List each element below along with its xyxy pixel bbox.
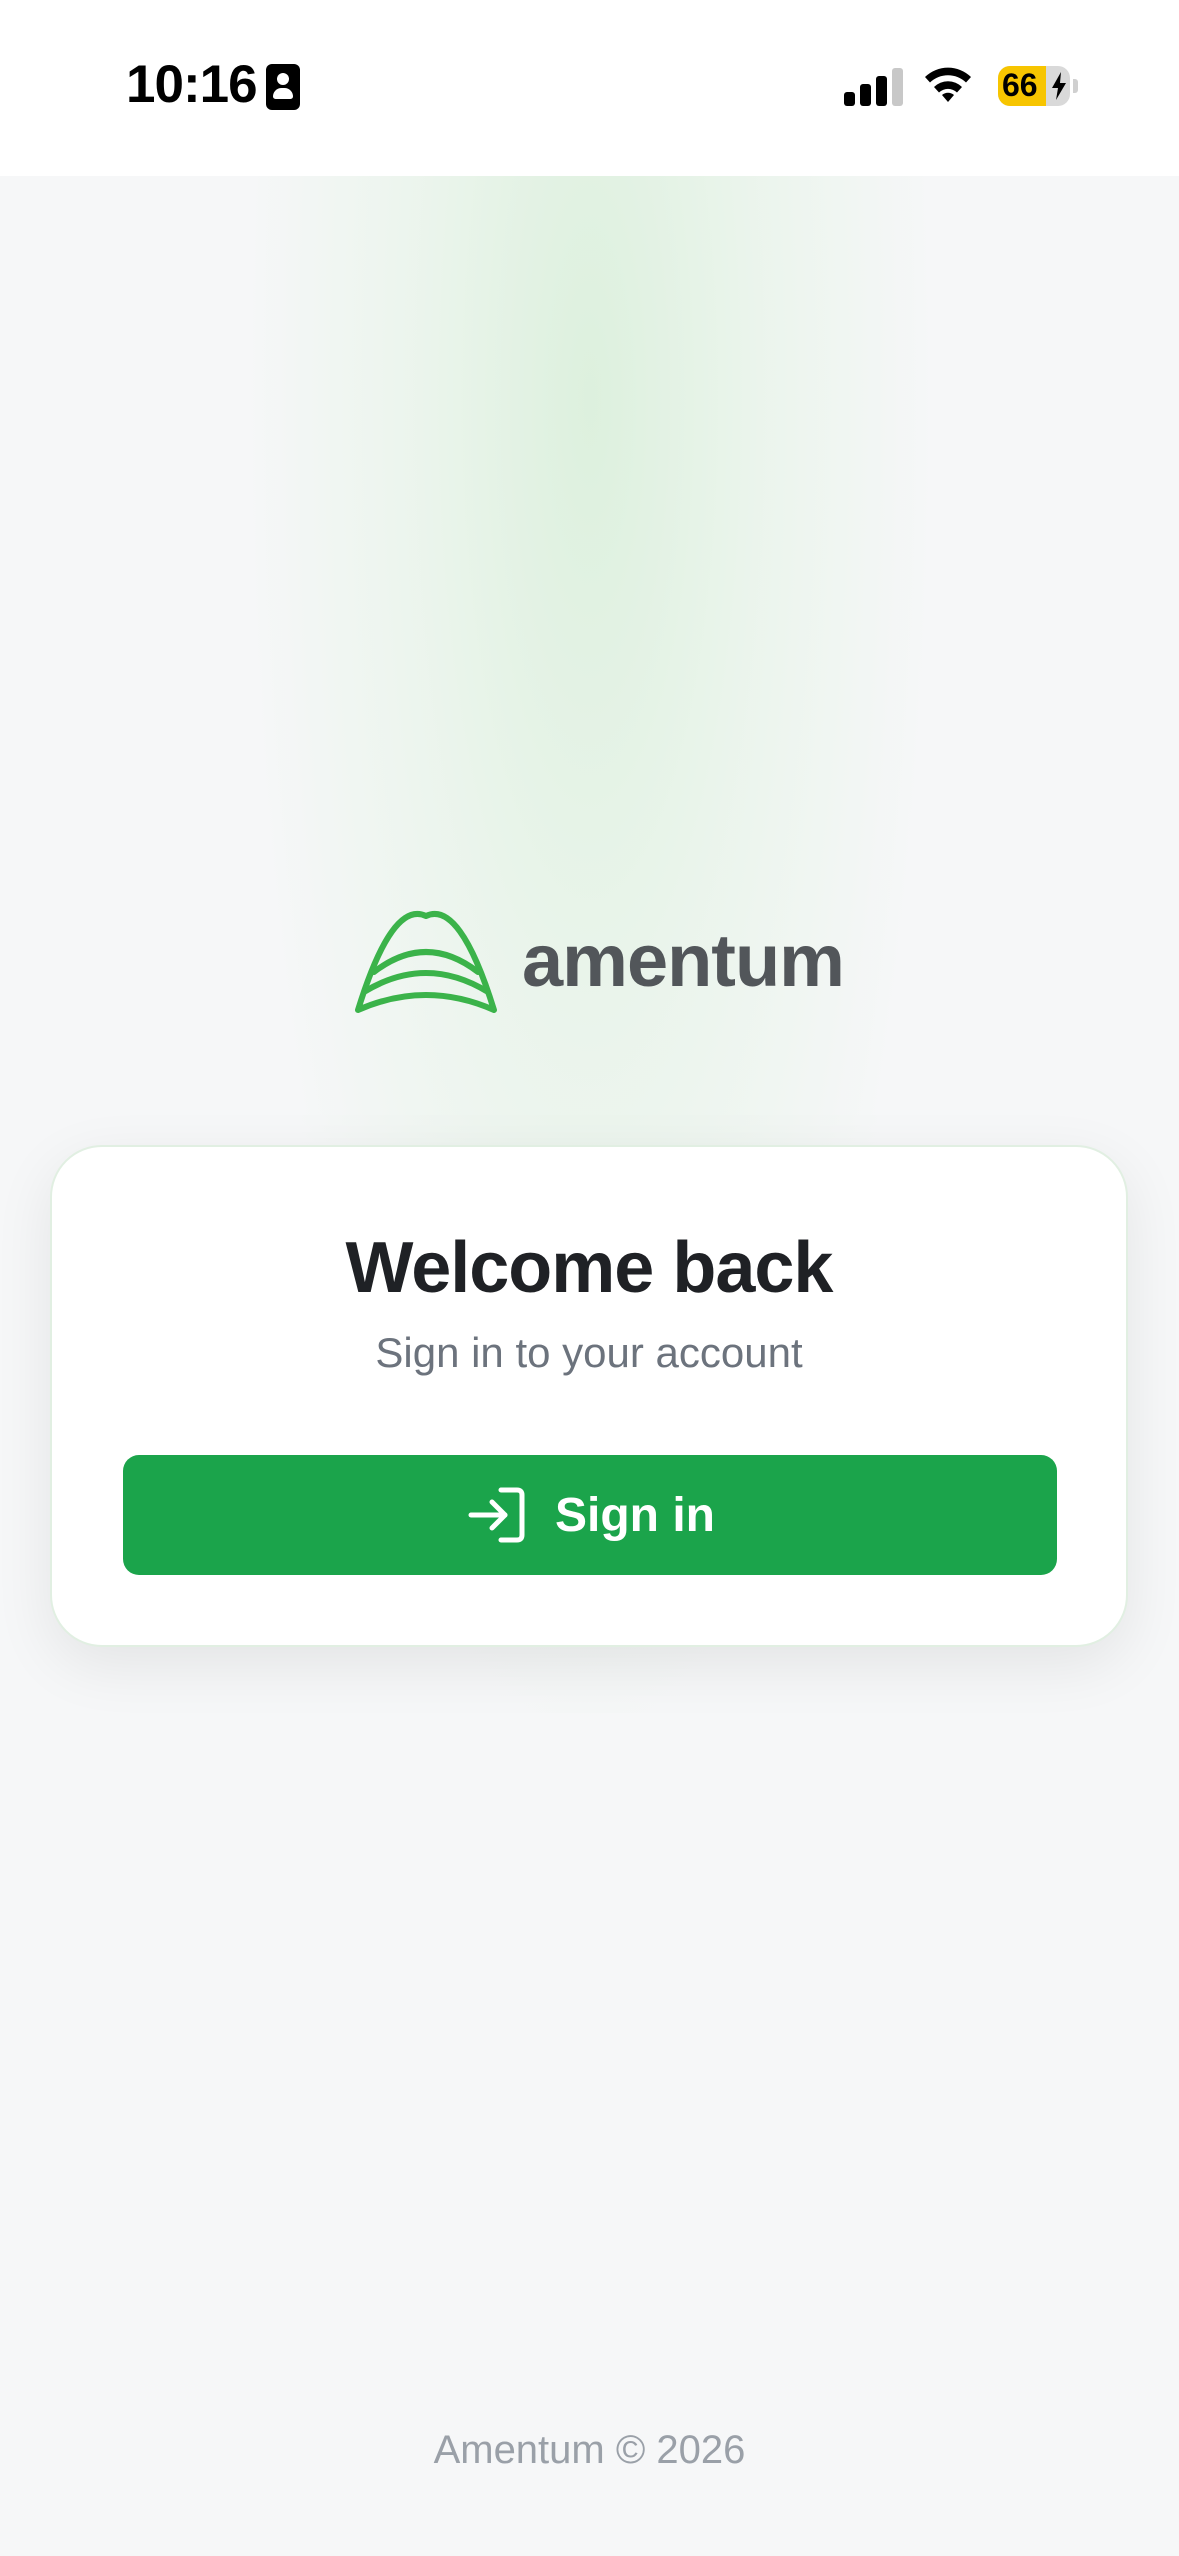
sign-in-button[interactable]: Sign in [123,1455,1057,1575]
status-time: 10:16 [126,55,258,114]
wifi-icon [925,67,971,102]
battery-percent: 66 [1002,67,1038,103]
cellular-signal-icon [844,66,904,106]
amentum-arch-logo-icon [355,911,497,1013]
footer-copyright: Amentum © 2026 [433,2428,746,2472]
login-arrow-icon [468,1487,525,1543]
charging-bolt-icon [1052,72,1066,100]
card-subtitle: Sign in to your account [375,1329,803,1376]
login-card: Welcome back Sign in to your account Sig… [50,1145,1128,1647]
login-screen: 10:16 66 amentum Welcome back Sign in to… [0,0,1179,2556]
brand-logo: amentum [352,910,845,1020]
contact-card-icon [266,64,300,110]
status-bar: 10:16 66 [0,0,1179,176]
battery-charging-icon: 66 [998,66,1078,106]
card-title: Welcome back [345,1228,834,1308]
sign-in-button-label: Sign in [555,1488,715,1542]
brand-name: amentum [522,919,845,1002]
